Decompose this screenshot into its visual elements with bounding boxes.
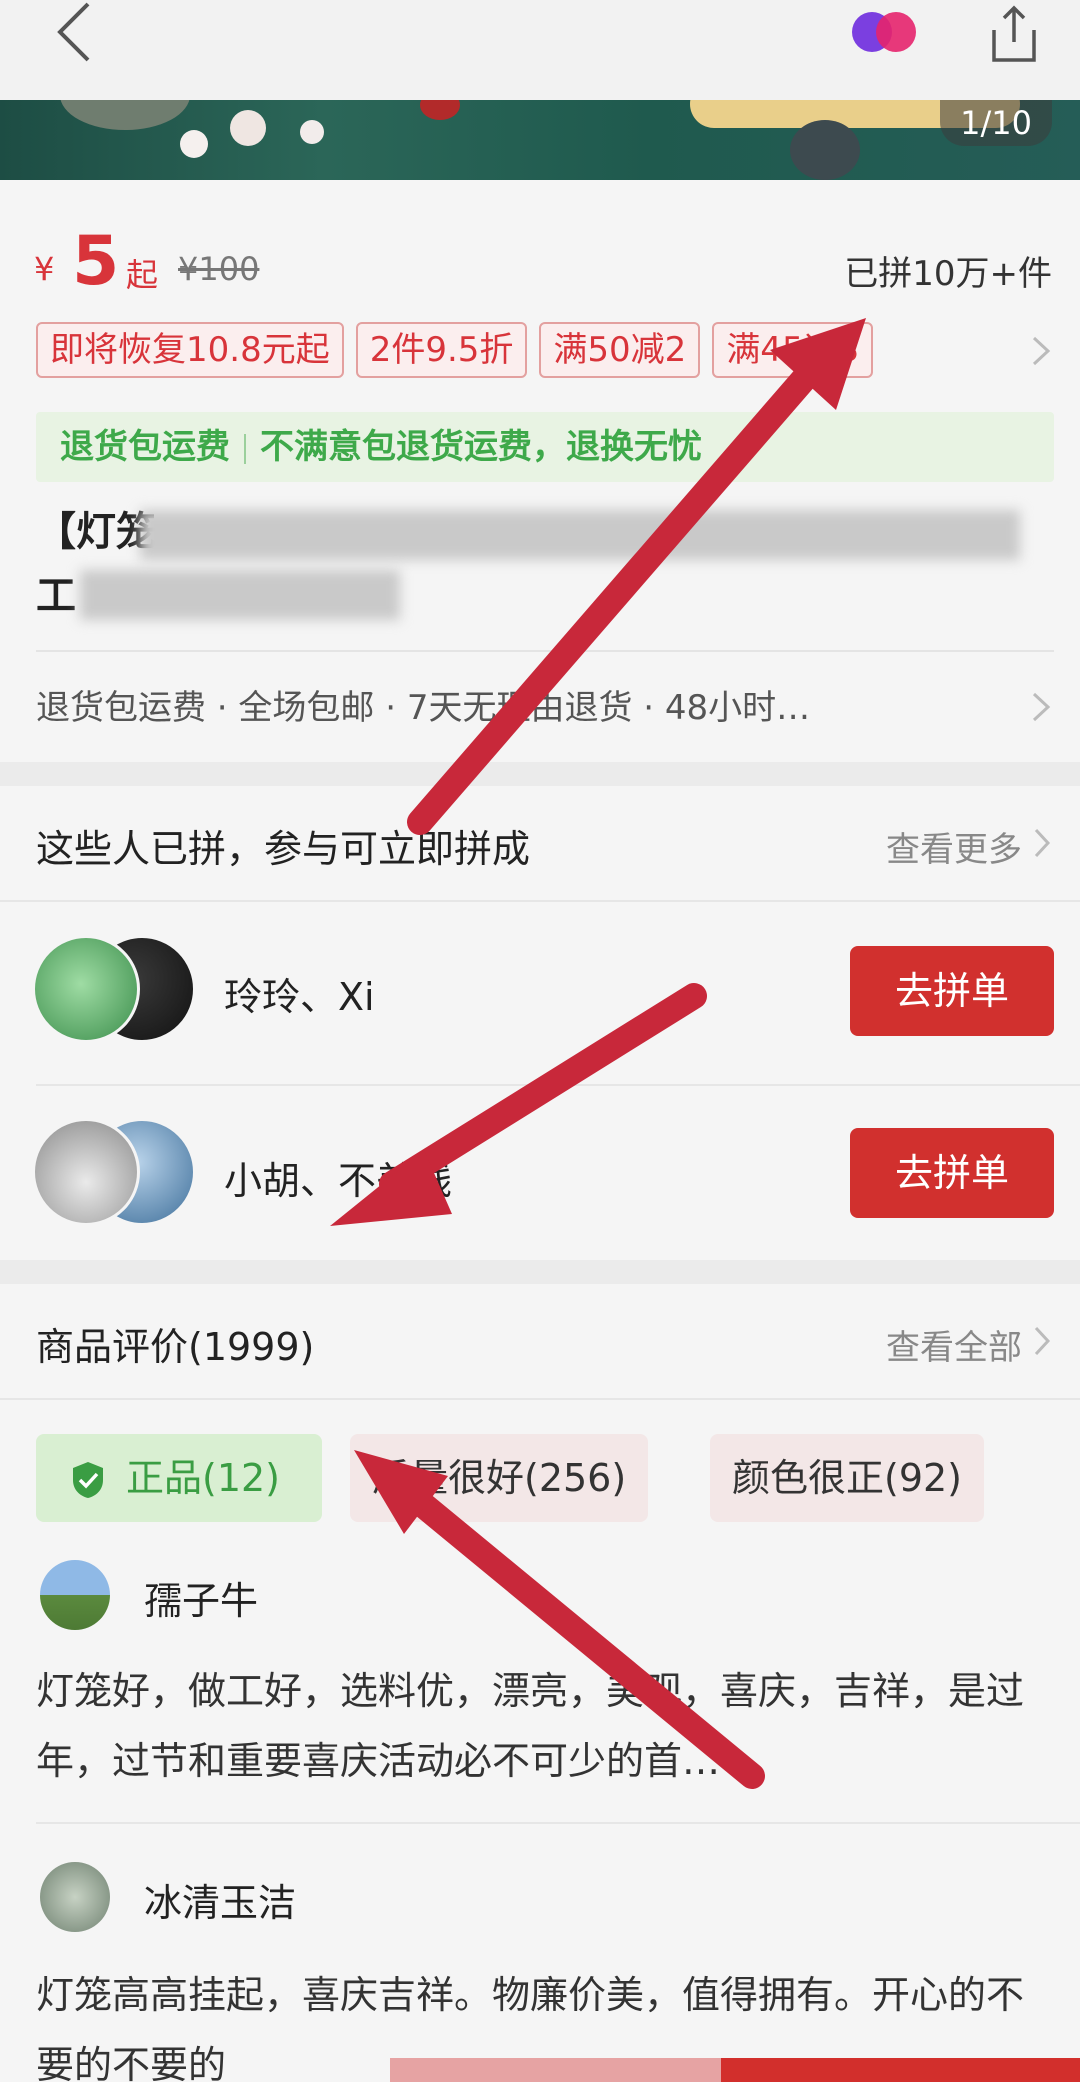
avatar xyxy=(32,935,140,1043)
promo-tag[interactable]: 满45返3 xyxy=(712,322,874,378)
banner-decoration xyxy=(420,100,460,120)
chip-label: 正品(12) xyxy=(126,1456,281,1500)
back-icon[interactable] xyxy=(50,0,100,64)
group-section-title: 这些人已拼，参与可立即拼成 xyxy=(36,827,531,871)
review-text: 灯笼好，做工好，选料优，漂亮，美观，喜庆，吉祥，是过年，过节和重要喜庆活动必不可… xyxy=(36,1669,1025,1783)
divider xyxy=(0,1398,1080,1400)
reviewer-name: 冰清玉洁 xyxy=(144,1881,297,1925)
product-image-banner[interactable]: 1/10 xyxy=(0,100,1080,180)
product-title-line1: 【灯笼 xyxy=(36,509,156,555)
sold-count: 已拼10万+件 xyxy=(844,254,1052,294)
review-filter-chip[interactable]: 正品(12) xyxy=(36,1434,322,1522)
divider xyxy=(36,1822,1080,1824)
divider xyxy=(244,433,246,464)
service-list[interactable]: 退货包运费 · 全场包邮 · 7天无理由退货 · 48小时… xyxy=(36,680,1026,736)
group-member-names: 小胡、不差钱 xyxy=(224,1159,453,1203)
banner-decoration xyxy=(300,120,324,144)
review-filter-chip[interactable]: 颜色很正(92) xyxy=(710,1434,985,1522)
reviews-title: 商品评价(1999) xyxy=(36,1325,315,1369)
shipping-detail: 不满意包退货运费，退换无忧 xyxy=(260,427,702,467)
promo-tags[interactable]: 即将恢复10.8元起 2件9.5折 满50减2 满45返3 xyxy=(36,322,874,378)
chevron-right-icon[interactable] xyxy=(1030,336,1052,366)
section-gap xyxy=(0,1260,1080,1284)
banner-decoration xyxy=(180,130,208,158)
blurred-title-text xyxy=(140,510,1020,560)
chevron-right-icon[interactable] xyxy=(1032,1326,1052,1356)
banner-decoration xyxy=(60,100,190,130)
product-page: 1/10 ¥ 5 起 ¥100 已拼10万+件 即将恢复10.8元起 2件9.5… xyxy=(0,0,1080,2082)
view-more-link[interactable]: 查看更多 xyxy=(886,822,1022,871)
shipping-label: 退货包运费 xyxy=(60,427,230,467)
shipping-guarantee-banner[interactable]: 退货包运费 不满意包退货运费，退换无忧 xyxy=(36,412,1054,482)
reviewer-name: 孺子牛 xyxy=(144,1579,259,1623)
divider xyxy=(36,650,1054,652)
view-all-link[interactable]: 查看全部 xyxy=(886,1320,1022,1369)
reviewer-avatar xyxy=(40,1560,110,1630)
promo-tag[interactable]: 满50减2 xyxy=(539,322,701,378)
section-gap xyxy=(0,762,1080,786)
blurred-title-text xyxy=(80,570,400,620)
price-amount: 5 xyxy=(72,222,120,301)
join-group-button[interactable]: 去拼单 xyxy=(850,1128,1054,1218)
banner-decoration xyxy=(230,110,266,146)
divider xyxy=(36,1084,1080,1086)
chevron-right-icon[interactable] xyxy=(1032,828,1052,858)
original-price: ¥100 xyxy=(178,250,260,288)
avatar xyxy=(32,1118,140,1226)
product-title-line2: 工 xyxy=(36,573,76,619)
share-icon[interactable] xyxy=(986,2,1042,64)
review-filter-chip[interactable]: 质量很好(256) xyxy=(350,1434,649,1522)
banner-decoration xyxy=(790,120,860,180)
price-currency: ¥ xyxy=(34,250,55,288)
bottom-action-bar[interactable] xyxy=(390,2058,1080,2082)
promo-tag[interactable]: 2件9.5折 xyxy=(355,322,528,378)
promo-tag[interactable]: 即将恢复10.8元起 xyxy=(36,322,344,378)
image-counter: 1/10 xyxy=(940,100,1052,146)
price-suffix: 起 xyxy=(126,256,159,294)
mini-program-icon[interactable] xyxy=(848,10,920,54)
shield-check-icon xyxy=(73,1462,103,1498)
group-member-names: 玲玲、Xi xyxy=(224,975,375,1019)
reviewer-avatar xyxy=(40,1862,110,1932)
divider xyxy=(0,900,1080,902)
top-bar xyxy=(0,0,1080,100)
chevron-right-icon[interactable] xyxy=(1030,692,1052,722)
join-group-button[interactable]: 去拼单 xyxy=(850,946,1054,1036)
